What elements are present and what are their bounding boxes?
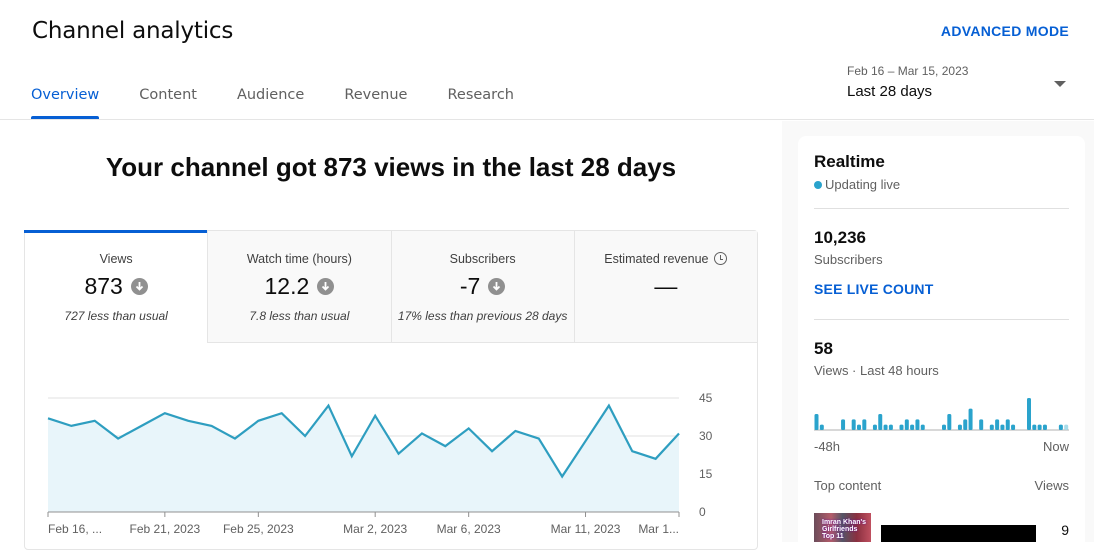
hourly-views-bar[interactable] xyxy=(841,419,845,430)
bar-end-label: Now xyxy=(1043,439,1069,454)
hourly-views-bar[interactable] xyxy=(915,419,919,430)
top-content-label: Top content xyxy=(814,478,881,493)
hourly-views-bar[interactable] xyxy=(1000,425,1004,430)
hourly-views-bar[interactable] xyxy=(1032,425,1036,430)
hourly-views-bar[interactable] xyxy=(889,425,893,430)
hourly-views-bar[interactable] xyxy=(873,425,877,430)
hourly-views-bar[interactable] xyxy=(852,419,856,430)
hourly-views-bar[interactable] xyxy=(884,425,888,430)
top-content-views-header: Views xyxy=(1035,478,1069,493)
hourly-views-bar[interactable] xyxy=(1064,425,1068,430)
hourly-views-bar[interactable] xyxy=(1059,425,1063,430)
redacted-video-title[interactable] xyxy=(881,525,1036,542)
hourly-views-bar[interactable] xyxy=(1027,398,1031,430)
hourly-views-bar[interactable] xyxy=(820,425,824,430)
hourly-views-bar[interactable] xyxy=(910,425,914,430)
hourly-views-bar[interactable] xyxy=(995,419,999,430)
bar-start-label: -48h xyxy=(814,439,840,454)
hourly-views-bar[interactable] xyxy=(1006,419,1010,430)
hourly-views-bar[interactable] xyxy=(963,419,967,430)
hourly-views-bar[interactable] xyxy=(942,425,946,430)
hourly-views-bar[interactable] xyxy=(1038,425,1042,430)
top-content-views: 9 xyxy=(1061,522,1069,538)
hourly-views-bar[interactable] xyxy=(900,425,904,430)
realtime-bar-chart xyxy=(0,0,1094,542)
hourly-views-bar[interactable] xyxy=(815,414,819,430)
hourly-views-bar[interactable] xyxy=(905,419,909,430)
hourly-views-bar[interactable] xyxy=(958,425,962,430)
hourly-views-bar[interactable] xyxy=(1043,425,1047,430)
hourly-views-bar[interactable] xyxy=(947,414,951,430)
video-thumbnail[interactable]: Imran Khan's Girlfriends Top 11 xyxy=(814,513,871,542)
thumbnail-text: Imran Khan's Girlfriends Top 11 xyxy=(822,519,871,540)
hourly-views-bar[interactable] xyxy=(857,425,861,430)
hourly-views-bar[interactable] xyxy=(921,425,925,430)
hourly-views-bar[interactable] xyxy=(990,425,994,430)
hourly-views-bar[interactable] xyxy=(878,414,882,430)
hourly-views-bar[interactable] xyxy=(969,409,973,430)
hourly-views-bar[interactable] xyxy=(1011,425,1015,430)
hourly-views-bar[interactable] xyxy=(979,419,983,430)
hourly-views-bar[interactable] xyxy=(862,419,866,430)
